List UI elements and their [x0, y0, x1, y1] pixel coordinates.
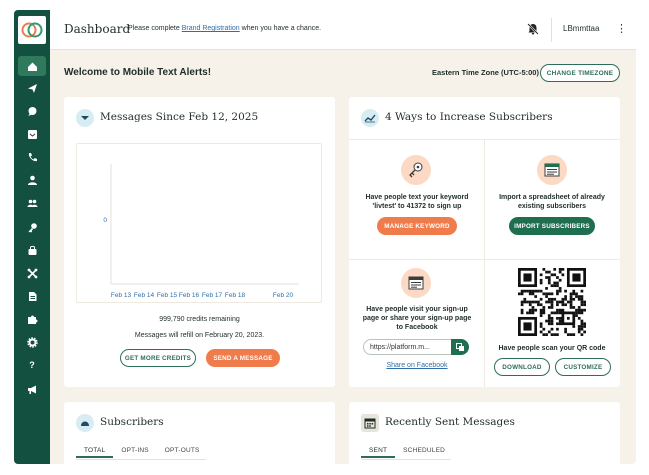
page-title: Dashboard — [64, 22, 131, 36]
tab-sent[interactable]: SENT — [361, 444, 396, 458]
help-icon: ? — [29, 360, 35, 370]
sidebar-item-gear[interactable] — [14, 332, 50, 352]
webpage-icon — [401, 268, 431, 298]
divider — [361, 459, 451, 460]
send-icon — [27, 83, 37, 93]
share-facebook-wrap: Share on Facebook — [361, 361, 473, 370]
subscribers-tabs: TOTAL OPT-INS OPT-OUTS — [76, 444, 208, 458]
sidebar-item-chat[interactable] — [14, 101, 50, 121]
sidebar-item-puzzle[interactable] — [14, 309, 50, 329]
divider — [349, 259, 620, 260]
download-qr-button[interactable]: DOWNLOAD — [494, 358, 550, 376]
x-tick-label: Feb 13 — [111, 292, 132, 299]
keyword-description: Have people text your keyword 'livtest' … — [365, 194, 469, 210]
messages-card: Messages Since Feb 12, 2025 0 Feb 13 Feb 1… — [64, 97, 335, 387]
credits-remaining: 999,790 credits remaining — [159, 316, 240, 323]
tab-opt-ins[interactable]: OPT-INS — [113, 444, 156, 458]
group-icon — [27, 199, 37, 207]
spreadsheet-icon — [537, 155, 567, 185]
brand-registration-link[interactable]: Brand Registration — [182, 25, 240, 32]
messages-card-title: Messages Since Feb 12, 2025 — [100, 111, 259, 123]
change-timezone-button[interactable]: CHANGE TIMEZONE — [540, 64, 620, 82]
sidebar-item-key[interactable] — [14, 217, 50, 237]
send-message-button[interactable]: SEND A MESSAGE — [206, 349, 280, 367]
welcome-heading: Welcome to Mobile Text Alerts! — [64, 67, 212, 78]
increase-subscribers-card: 4 Ways to Increase Subscribers Have peop… — [349, 97, 620, 387]
sidebar-item-person[interactable] — [14, 170, 50, 190]
inbox-icon — [27, 129, 37, 139]
x-tick-label: Feb 16 — [179, 292, 200, 299]
manage-keyword-button[interactable]: MANAGE KEYWORD — [377, 217, 457, 235]
logo-icon — [21, 22, 43, 38]
more-options-icon[interactable]: ⋮ — [616, 22, 627, 38]
tab-scheduled[interactable]: SCHEDULED — [395, 444, 453, 458]
bag-icon — [28, 245, 36, 255]
user-menu[interactable]: LBmmttaa — [563, 24, 599, 33]
gear-icon — [26, 336, 38, 348]
sidebar-item-phone[interactable] — [14, 147, 50, 167]
signup-description: Have people visit your sign-up page or s… — [362, 306, 472, 331]
tab-opt-outs[interactable]: OPT-OUTS — [157, 444, 208, 458]
subscribers-card: Subscribers TOTAL OPT-INS OPT-OUTS — [64, 402, 335, 464]
messages-line-chart: 0 Feb 13 Feb 14 Feb 15 Feb 16 Feb 17 Feb 18 Feb… — [103, 164, 299, 299]
sidebar-item-megaphone[interactable] — [14, 379, 50, 399]
app-frame: ? Dashboard Please complete Brand Regist… — [14, 10, 636, 464]
key-icon — [28, 222, 37, 232]
tab-total[interactable]: TOTAL — [76, 444, 114, 458]
sidebar-item-group[interactable] — [14, 193, 50, 213]
brand-logo[interactable] — [18, 16, 46, 44]
divider — [76, 459, 206, 460]
get-more-credits-button[interactable]: GET MORE CREDITS — [120, 349, 196, 367]
document-icon — [28, 291, 36, 301]
subscribers-circle-icon — [76, 414, 94, 432]
person-icon — [27, 175, 37, 185]
recent-tabs: SENT SCHEDULED — [361, 444, 453, 458]
puzzle-icon — [27, 315, 37, 324]
sidebar-item-document[interactable] — [14, 286, 50, 306]
registration-notice: Please complete Brand Registration when … — [128, 25, 322, 32]
phone-icon — [28, 152, 37, 161]
qr-description: Have people scan your QR code — [498, 345, 606, 352]
increase-card-title: 4 Ways to Increase Subscribers — [385, 111, 553, 123]
x-tick-label: Feb 14 — [134, 292, 155, 299]
chart-circle-icon — [361, 109, 379, 127]
customize-qr-button[interactable]: CUSTOMIZE — [555, 358, 611, 376]
recent-card-title: Recently Sent Messages — [385, 416, 515, 428]
messages-chart: 0 Feb 13 Feb 14 Feb 15 Feb 16 Feb 17 Feb 18 Feb… — [76, 143, 322, 303]
sidebar-item-integrations[interactable] — [14, 263, 50, 283]
y-tick-label: 0 — [103, 217, 107, 224]
inbox-circle-icon — [76, 109, 94, 127]
calendar-icon — [361, 414, 379, 432]
sidebar-item-help[interactable]: ? — [14, 355, 50, 375]
home-icon — [27, 62, 37, 71]
notifications-muted-icon[interactable] — [526, 22, 540, 36]
top-bar: Dashboard Please complete Brand Registra… — [50, 10, 636, 50]
timezone-label: Eastern Time Zone (UTC-5:00) — [432, 68, 539, 77]
integrations-icon — [27, 268, 37, 278]
sidebar-item-bag[interactable] — [14, 240, 50, 260]
import-description: Import a spreadsheet of already existing… — [499, 194, 605, 210]
qr-code-icon[interactable] — [518, 268, 586, 336]
x-tick-label: Feb 15 — [157, 292, 178, 299]
sidebar: ? — [14, 10, 50, 464]
chat-icon — [28, 106, 36, 116]
divider — [551, 18, 552, 42]
subscribers-card-title: Subscribers — [100, 416, 164, 428]
sidebar-item-send[interactable] — [14, 78, 50, 98]
x-tick-label: Feb 20 — [273, 292, 294, 299]
megaphone-icon — [27, 385, 36, 394]
sidebar-item-home[interactable] — [18, 56, 46, 76]
x-tick-label: Feb 17 — [202, 292, 223, 299]
copy-icon — [455, 342, 464, 351]
divider — [484, 139, 485, 387]
signup-url-input[interactable]: https://platform.m... — [363, 339, 453, 355]
recent-messages-card: Recently Sent Messages SENT SCHEDULED — [349, 402, 620, 464]
sidebar-item-inbox[interactable] — [14, 124, 50, 144]
x-tick-label: Feb 18 — [225, 292, 246, 299]
key-icon — [401, 155, 431, 185]
copy-url-button[interactable] — [451, 339, 469, 355]
share-on-facebook-link[interactable]: Share on Facebook — [386, 362, 447, 369]
import-subscribers-button[interactable]: IMPORT SUBSCRIBERS — [509, 217, 595, 235]
refill-date: Messages will refill on February 20, 202… — [134, 332, 265, 339]
